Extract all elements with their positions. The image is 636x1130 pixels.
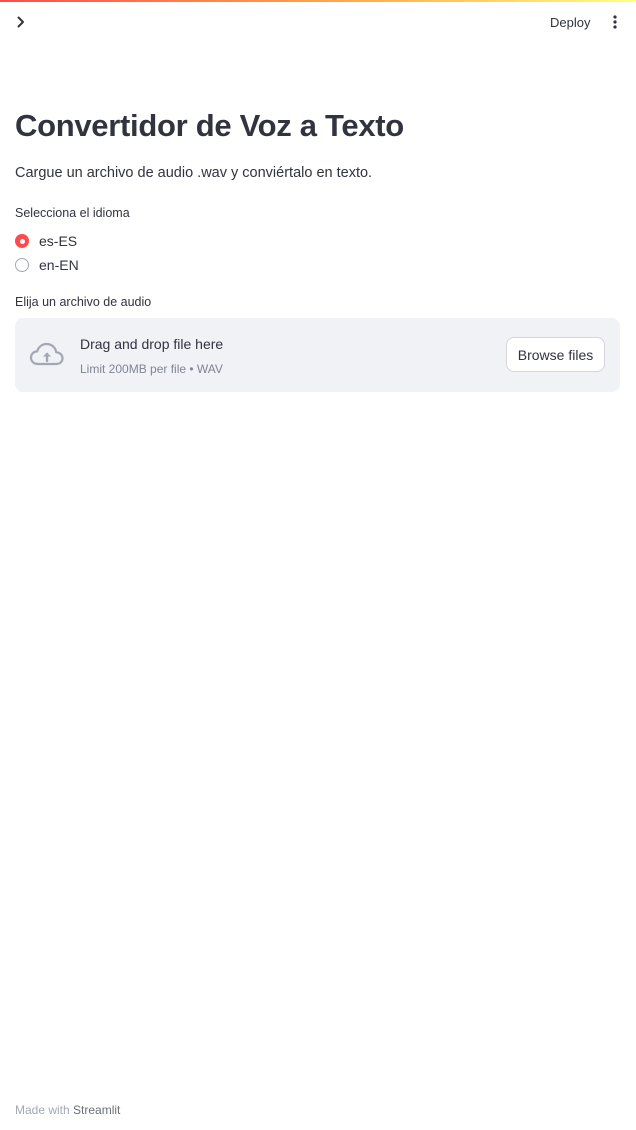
radio-option-label: en-EN (39, 257, 79, 273)
chevron-right-icon (17, 16, 24, 28)
language-radio-label: Selecciona el idioma (15, 206, 130, 220)
radio-option-en-en[interactable]: en-EN (15, 253, 79, 277)
radio-button-checked[interactable] (15, 234, 29, 248)
footer: Made with Streamlit (15, 1103, 120, 1117)
footer-streamlit-link[interactable]: Streamlit (73, 1103, 120, 1117)
page-title: Convertidor de Voz a Texto (15, 108, 404, 143)
dropzone-limit-text: Limit 200MB per file • WAV (80, 362, 223, 376)
app-header: Deploy (0, 2, 636, 46)
file-uploader-label: Elija un archivo de audio (15, 295, 152, 309)
sidebar-toggle-button[interactable] (11, 10, 31, 34)
browse-files-button[interactable]: Browse files (506, 337, 605, 372)
deploy-button[interactable]: Deploy (540, 9, 600, 35)
radio-option-es-es[interactable]: es-ES (15, 229, 79, 253)
radio-option-label: es-ES (39, 233, 78, 249)
language-radio-group: es-ES en-EN (15, 229, 79, 277)
main-menu-button[interactable] (604, 10, 626, 34)
cloud-upload-icon (29, 342, 64, 366)
footer-made-with: Made with (15, 1103, 70, 1117)
page-subtitle: Cargue un archivo de audio .wav y convié… (15, 165, 373, 181)
radio-button-unchecked[interactable] (15, 258, 29, 272)
app-page: Deploy Convertidor de Voz a Texto Cargue… (0, 0, 636, 1130)
file-dropzone[interactable]: Drag and drop file here Limit 200MB per … (15, 318, 620, 392)
dropzone-instructions: Drag and drop file here (80, 336, 224, 352)
vertical-dots-icon (613, 15, 617, 29)
